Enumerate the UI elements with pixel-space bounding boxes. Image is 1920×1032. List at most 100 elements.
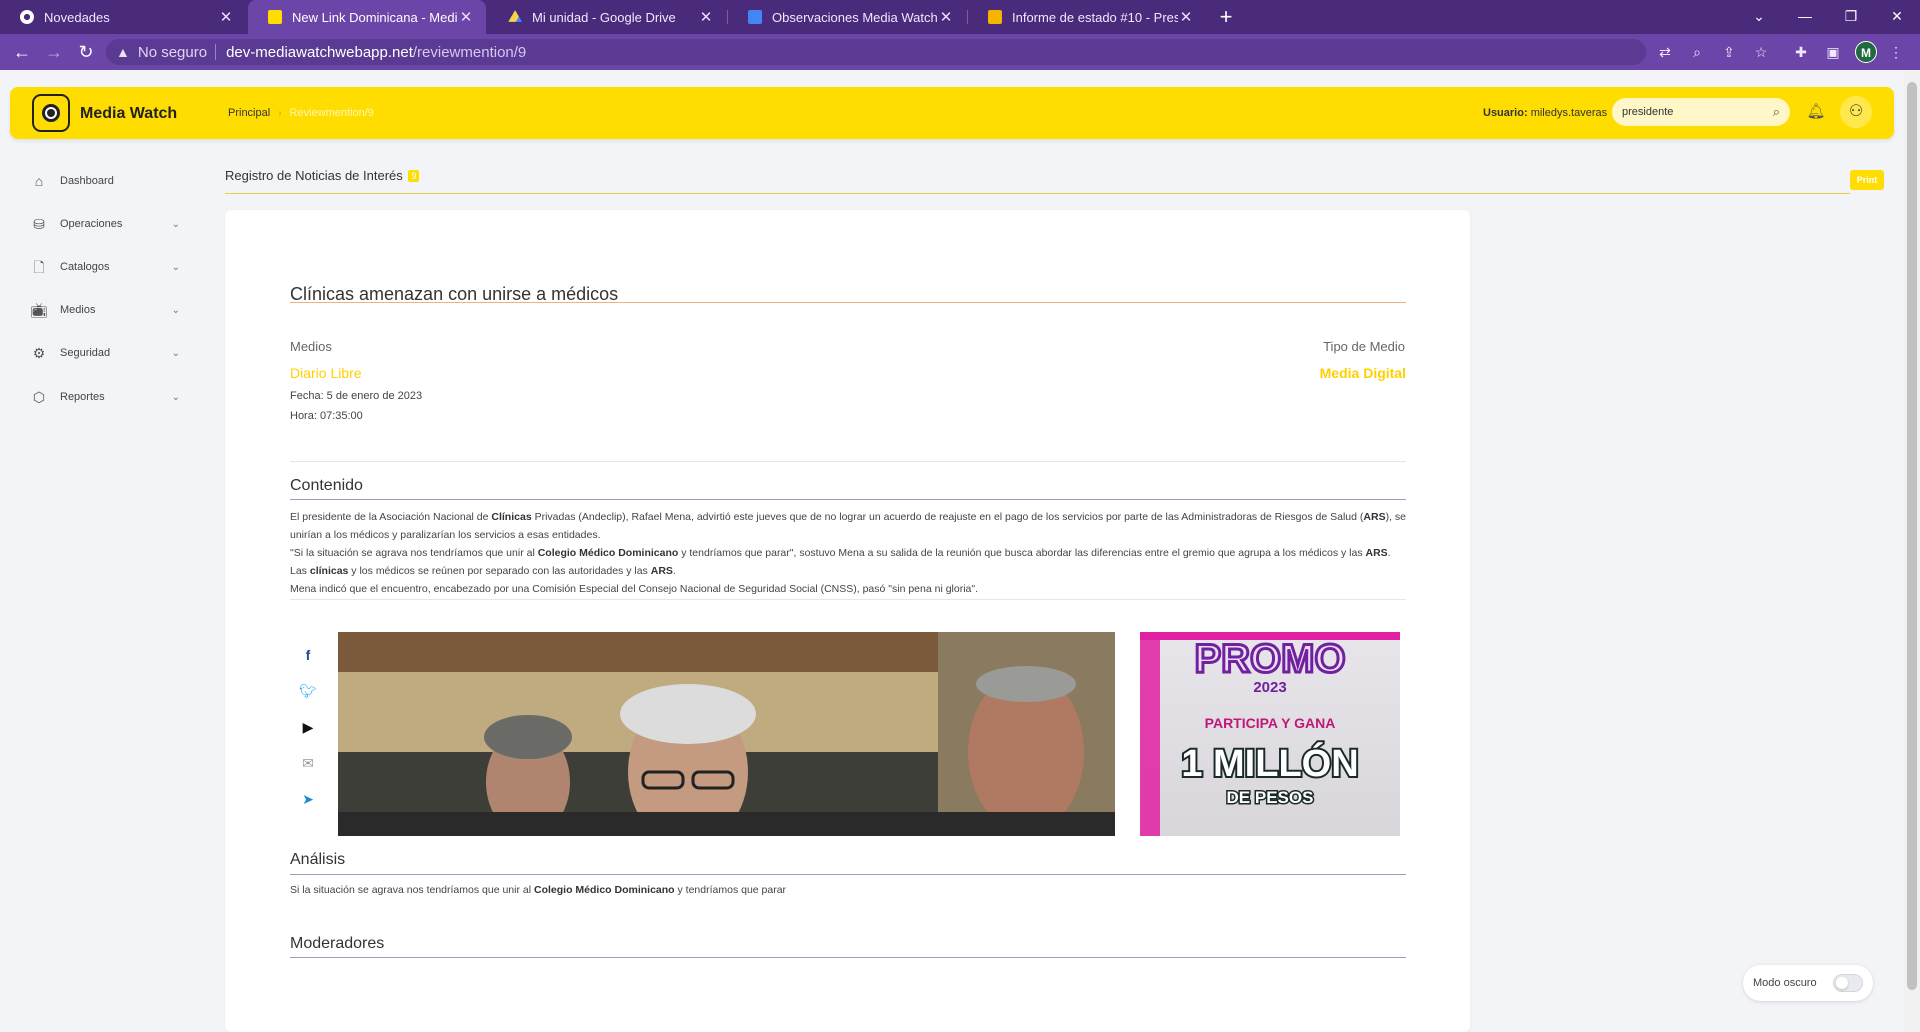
user-label: Usuario: <box>1483 107 1528 119</box>
article-time: Hora: 07:35:00 <box>290 410 363 422</box>
sidebar-item-reportes[interactable]: ⬡ Reportes ⌄ <box>30 384 180 410</box>
analisis-text: Si la situación se agrava nos tendríamos… <box>290 884 787 896</box>
tab-divider <box>727 10 728 24</box>
close-icon[interactable]: ✕ <box>698 8 714 26</box>
analisis-underline <box>290 874 1406 875</box>
back-arrow-icon[interactable]: ← <box>10 40 34 64</box>
telegram-icon[interactable]: ➤ <box>296 787 320 811</box>
google-docs-icon <box>748 10 762 24</box>
contenido-paragraph-1: El presidente de la Asociación Nacional … <box>290 511 1406 541</box>
users-icon[interactable]: ⚇ <box>1840 96 1872 128</box>
dark-mode-label: Modo oscuro <box>1753 977 1817 989</box>
promo-line-1: PROMO <box>1194 637 1345 681</box>
omnibox-divider <box>215 44 217 60</box>
tab-divider <box>967 10 968 24</box>
translate-icon[interactable]: ⇄ <box>1655 42 1675 62</box>
facebook-icon[interactable]: f <box>296 643 320 667</box>
reload-icon[interactable]: ↻ <box>74 40 98 64</box>
article-card <box>225 210 1470 1032</box>
tab-google-drive[interactable]: Mi unidad - Google Drive ✕ <box>488 0 726 34</box>
user-name: miledys.taveras <box>1530 107 1608 119</box>
share-page-icon[interactable]: ⇪ <box>1719 42 1739 62</box>
address-bar[interactable]: ▲ No seguro dev-mediawatchwebapp.net /re… <box>106 39 1646 65</box>
sidebar-item-operaciones[interactable]: ⛁ Operaciones ⌄ <box>30 211 180 237</box>
search-icon[interactable]: ⌕ <box>1773 104 1780 120</box>
toggle-switch[interactable] <box>1833 974 1863 992</box>
twitter-icon[interactable]: 🐦︎ <box>296 679 320 703</box>
tv-icon: 📺︎ <box>30 302 48 318</box>
dark-mode-toggle[interactable]: Modo oscuro <box>1743 965 1873 1001</box>
contenido-paragraph-3: Mena indicó que el encuentro, encabezado… <box>290 583 979 595</box>
current-user: Usuario: miledys.taveras <box>1483 107 1607 119</box>
bell-icon[interactable]: 🔔︎ <box>1806 102 1826 122</box>
brand-name: Media Watch <box>80 105 178 122</box>
file-plus-icon: 🗋︎ <box>33 259 45 275</box>
contenido-paragraph-2: "Si la situación se agrava nos tendríamo… <box>290 547 1391 577</box>
zoom-icon[interactable]: ⌕ <box>1687 42 1707 62</box>
profile-avatar[interactable]: M <box>1855 41 1877 63</box>
medios-label: Medios <box>290 339 332 354</box>
page-title: Registro de Noticias de Interés 9 <box>225 168 420 183</box>
logo-pupil <box>47 109 55 117</box>
sidebar-item-catalogos[interactable]: 🗋︎ Catalogos ⌄ <box>30 254 180 280</box>
share-icon[interactable]: ▶ <box>296 715 320 739</box>
close-window-button[interactable]: ✕ <box>1874 0 1920 34</box>
new-tab-button[interactable]: + <box>1212 4 1240 30</box>
tab-media-watch[interactable]: New Link Dominicana - Media W ✕ <box>248 0 486 34</box>
tab-observaciones[interactable]: Observaciones Media Watch - Do ✕ <box>728 0 966 34</box>
promo-ad-graphic: PROMO 2023 PARTICIPA Y GANA 1 MILLÓN DE … <box>1140 632 1400 836</box>
search-value: presidente <box>1622 106 1674 118</box>
medio-value: Diario Libre <box>290 365 362 381</box>
side-panel-icon[interactable]: ▣ <box>1823 42 1843 62</box>
minimize-button[interactable]: — <box>1782 0 1828 34</box>
sidebar-item-dashboard[interactable]: ⌂ Dashboard <box>30 168 180 194</box>
tab-informe[interactable]: Informe de estado #10 - Present ✕ <box>968 0 1206 34</box>
close-icon[interactable]: ✕ <box>458 8 474 26</box>
sidebar-item-seguridad[interactable]: ⚙ Seguridad ⌄ <box>30 340 180 366</box>
breadcrumb-separator-icon: › <box>278 107 282 119</box>
contenido-underline <box>290 499 1406 500</box>
breadcrumb: Principal › Reviewmention/9 <box>228 107 374 119</box>
tipo-medio-label: Tipo de Medio <box>1323 339 1405 354</box>
extensions-puzzle-icon[interactable]: ✚ <box>1791 42 1811 62</box>
tab-novedades[interactable]: Novedades ✕ <box>0 0 246 34</box>
restore-button[interactable]: ❐ <box>1828 0 1874 34</box>
moderadores-heading: Moderadores <box>290 935 385 952</box>
sidebar-item-medios[interactable]: 📺︎ Medios ⌄ <box>30 297 180 323</box>
tab-search-chevron-icon[interactable]: ⌄ <box>1736 0 1782 34</box>
media-watch-favicon-icon <box>268 10 282 24</box>
contenido-heading: Contenido <box>290 477 363 494</box>
title-underline <box>225 193 1850 194</box>
print-button[interactable]: Print <box>1850 170 1884 190</box>
forward-arrow-icon[interactable]: → <box>42 40 66 64</box>
breadcrumb-current: Reviewmention/9 <box>289 107 374 119</box>
promo-line-4: 1 MILLÓN <box>1181 741 1358 785</box>
chrome-icon <box>20 10 34 24</box>
analisis-heading: Análisis <box>290 851 346 868</box>
gear-icon: ⚙ <box>32 345 46 361</box>
close-icon[interactable]: ✕ <box>218 8 234 26</box>
breadcrumb-home-link[interactable]: Principal <box>228 107 270 119</box>
url-host: dev-mediawatchwebapp.net <box>226 43 413 61</box>
close-icon[interactable]: ✕ <box>1178 8 1194 26</box>
promo-ad[interactable]: PROMO 2023 PARTICIPA Y GANA 1 MILLÓN DE … <box>1140 632 1400 836</box>
scrollbar-thumb[interactable] <box>1907 82 1917 990</box>
email-icon[interactable]: ✉ <box>296 751 320 775</box>
article-title-underline <box>290 302 1406 303</box>
search-input[interactable]: presidente ⌕ <box>1612 98 1790 126</box>
divider <box>290 461 1406 462</box>
bookmark-star-icon[interactable]: ☆ <box>1751 42 1771 62</box>
box-icon: ⬡ <box>32 389 46 405</box>
kebab-menu-icon[interactable]: ⋮ <box>1886 42 1906 62</box>
chevron-down-icon: ⌄ <box>171 347 180 359</box>
divider <box>290 599 1406 600</box>
google-drive-icon <box>508 10 522 22</box>
chevron-down-icon: ⌄ <box>171 218 180 230</box>
database-icon: ⛁ <box>33 216 45 232</box>
chevron-down-icon: ⌄ <box>171 304 180 316</box>
close-icon[interactable]: ✕ <box>938 8 954 26</box>
google-slides-icon <box>988 10 1002 24</box>
promo-line-2: 2023 <box>1253 679 1286 696</box>
article-photo-illustration <box>338 632 1115 836</box>
chevron-down-icon: ⌄ <box>171 261 180 273</box>
